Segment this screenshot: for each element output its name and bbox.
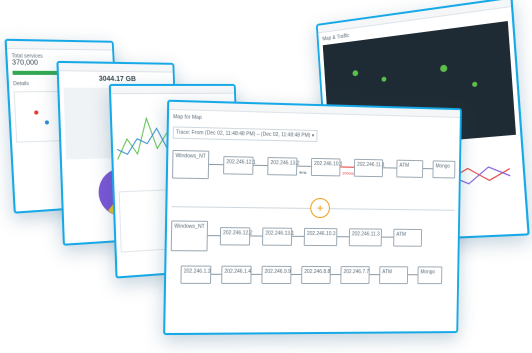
node-source-bottom[interactable]: Windows_NT [170, 220, 209, 252]
node-row2-2[interactable]: 202.246.9.9 [261, 265, 292, 284]
node-row2-5[interactable]: ATM [379, 266, 409, 285]
map-hotspot [439, 64, 448, 73]
node-row2-0[interactable]: 202.246.1.3 [180, 265, 212, 284]
node-row2-3[interactable]: 202.246.8.8 [301, 265, 331, 285]
flow-arrow [340, 166, 355, 168]
node-top-3[interactable]: 202.246.10.1 [310, 157, 343, 177]
node-top-4[interactable]: 202.246.11.1 [353, 158, 385, 178]
latency-badge: 4ms [299, 169, 307, 175]
zoom-divider: + [171, 196, 455, 222]
trace-map-window: Map for Map Trace: From (Dec 02, 11:48:4… [163, 99, 462, 336]
zoom-plus-icon[interactable]: + [310, 197, 331, 219]
node-source-top[interactable]: Windows_NT [171, 149, 210, 180]
node-top-5[interactable]: ATM [396, 159, 424, 178]
node-row2-4[interactable]: 202.246.7.7 [340, 266, 370, 285]
map-hotspot [471, 81, 478, 88]
flow-arrow [382, 167, 397, 169]
flow-bottom-row1: Windows_NT 202.246.12.2 202.246.13.1 202… [170, 218, 455, 260]
node-row2-1[interactable]: 202.246.1.4 [221, 265, 252, 284]
node-top-2[interactable]: 202.246.13.2 [267, 156, 299, 176]
flow-arrow [291, 273, 302, 275]
latency-badge: 200ms [342, 170, 354, 176]
flow-arrow [297, 165, 312, 167]
scatter-point [34, 110, 39, 115]
node-bottom-3[interactable]: 202.246.10.3 [303, 227, 338, 247]
flow-arrow [211, 273, 222, 275]
node-bottom-4[interactable]: 202.246.11.3 [348, 228, 382, 247]
node-top-6[interactable]: Mongo [432, 160, 456, 179]
flow-arrow [292, 235, 304, 237]
flow-arrow [407, 274, 418, 276]
node-row2-6[interactable]: Mongo [417, 266, 443, 285]
screenshot-stage: Total services 370,000 Details 3044.17 G… [0, 0, 532, 353]
flow-arrow [207, 235, 220, 237]
node-top-1[interactable]: 202.246.12.1 [223, 156, 256, 175]
flow-arrow [250, 235, 263, 237]
trace-window-title: Map for Map [173, 114, 202, 122]
flow-bottom-row2: 202.246.1.3 202.246.1.4 202.246.9.9 202.… [170, 259, 454, 300]
flow-arrow [209, 163, 224, 166]
node-bottom-1[interactable]: 202.246.12.2 [219, 227, 252, 246]
flow-arrow [381, 236, 394, 238]
flow-arrow [337, 236, 349, 238]
node-bottom-2[interactable]: 202.246.13.1 [262, 227, 294, 246]
flow-arrow [251, 273, 262, 275]
node-bottom-5[interactable]: ATM [393, 228, 423, 247]
flow-top: Windows_NT 202.246.12.1 202.246.13.2 4ms… [171, 145, 456, 200]
flow-arrow [253, 164, 268, 167]
scatter-point [44, 120, 50, 125]
flow-arrow [369, 274, 380, 276]
map-hotspot [381, 76, 387, 82]
flow-arrow [423, 168, 433, 170]
trace-time-range[interactable]: Trace: From (Dec 02, 11:48:48 PM) – (Dec… [172, 126, 318, 143]
map-hotspot [352, 69, 359, 77]
flow-arrow [330, 274, 341, 276]
